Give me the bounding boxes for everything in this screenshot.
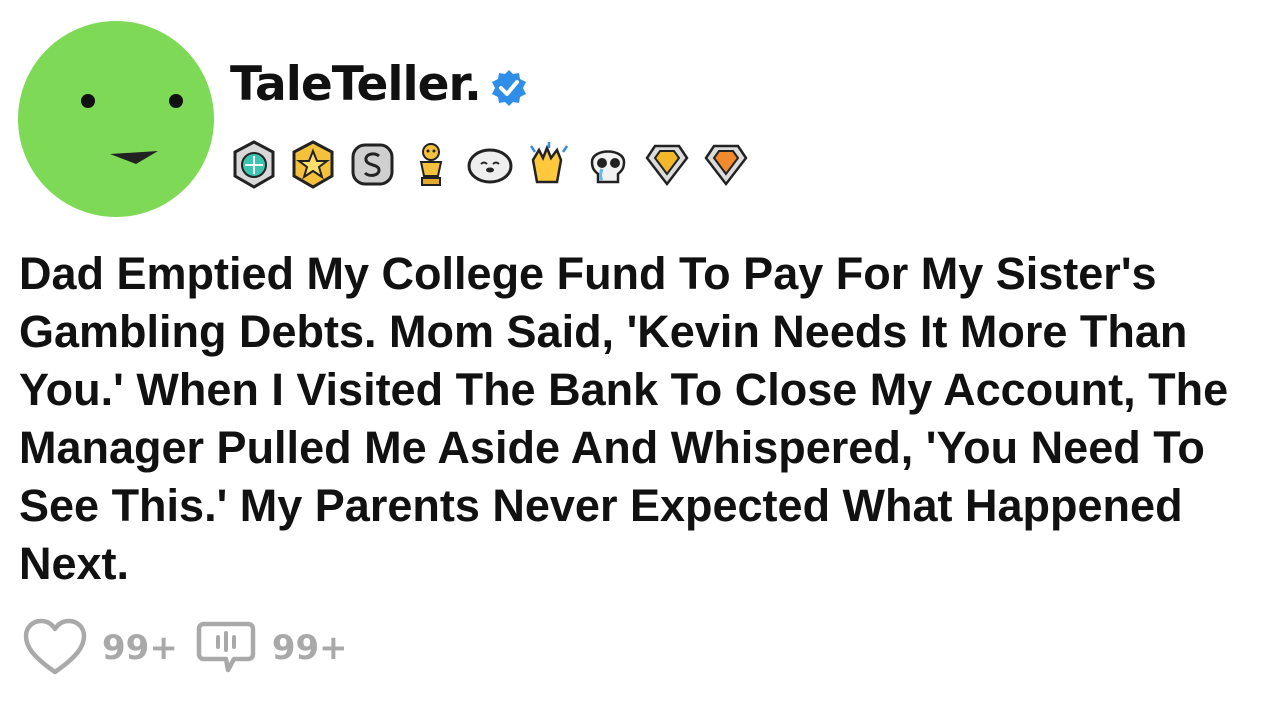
like-count: 99+ (102, 628, 178, 668)
gold-star-award-icon (292, 140, 334, 189)
orange-gem-shield-award-icon (704, 144, 748, 187)
crying-skull-award-icon (590, 150, 626, 184)
username[interactable]: TaleTeller. (230, 61, 482, 108)
username-row: TaleTeller. (230, 60, 529, 108)
post-title[interactable]: Dad Emptied My College Fund To Pay For M… (19, 245, 1277, 593)
clapping-hands-award-icon (529, 142, 569, 184)
gold-trophy-award-icon (419, 143, 443, 186)
comment-icon[interactable] (196, 618, 258, 678)
post-actions: 99+ 99+ (22, 618, 366, 678)
silver-gem-award-icon (233, 140, 275, 189)
seal-award-icon (467, 148, 513, 184)
comment-count: 99+ (271, 628, 348, 668)
avatar[interactable] (18, 21, 214, 217)
silver-s-award-icon (351, 143, 394, 186)
verified-badge-icon (491, 70, 526, 106)
smiley-face-icon (81, 94, 183, 164)
award-badges (228, 138, 753, 191)
gold-gem-shield-award-icon (645, 144, 689, 187)
heart-icon[interactable] (22, 618, 88, 678)
